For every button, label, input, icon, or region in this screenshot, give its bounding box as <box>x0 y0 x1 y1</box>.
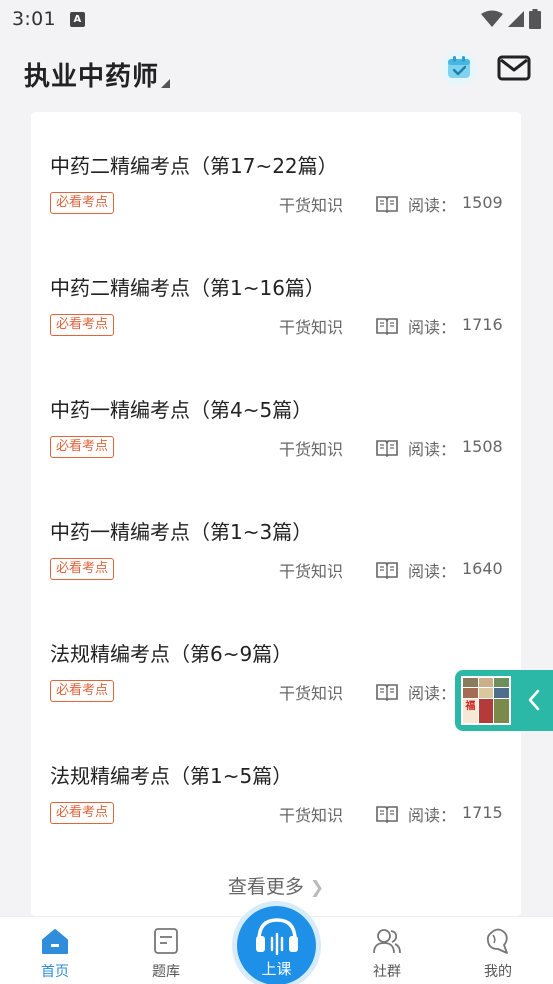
must-see-tag: 必看考点 <box>50 802 115 824</box>
calendar-check-icon[interactable] <box>441 50 477 86</box>
tab-lesson-label: 上课 <box>261 960 292 978</box>
tab-lesson-button[interactable]: 上课 <box>237 906 316 984</box>
article-item[interactable]: 法规精编考点（第6~9篇） 必看考点 干货知识 阅读： <box>50 638 510 738</box>
article-category: 干货知识 <box>279 684 344 703</box>
article-title: 法规精编考点（第6~9篇） <box>50 642 293 666</box>
tab-mine[interactable]: 我的 <box>458 917 538 984</box>
signal-icon <box>508 11 524 27</box>
reads-label: 阅读： <box>408 562 457 581</box>
headphones-icon <box>255 918 298 956</box>
chevron-left-icon[interactable] <box>527 688 541 712</box>
tab-mine-label: 我的 <box>484 964 512 980</box>
must-see-tag: 必看考点 <box>50 558 115 580</box>
book-icon <box>376 196 398 213</box>
book-icon <box>376 318 398 335</box>
book-icon <box>376 806 398 823</box>
article-category: 干货知识 <box>279 806 344 825</box>
article-item[interactable]: 中药二精编考点（第17~22篇） 必看考点 干货知识 阅读： 1509 <box>50 150 510 250</box>
article-title: 中药一精编考点（第1~3篇） <box>50 520 313 544</box>
group-photo-thumbnail: 福 <box>461 676 511 725</box>
book-icon <box>376 440 398 457</box>
community-icon <box>373 929 401 954</box>
status-bar: 3:01 A <box>0 0 553 38</box>
article-title: 中药一精编考点（第4~5篇） <box>50 398 313 422</box>
tab-community[interactable]: 社群 <box>347 917 427 984</box>
chevron-right-icon: ❯ <box>309 878 325 898</box>
must-see-tag: 必看考点 <box>50 680 115 702</box>
app-header: 执业中药师 <box>0 38 553 110</box>
profile-icon <box>486 928 508 954</box>
view-more-link[interactable]: 查看更多 ❯ <box>31 872 521 899</box>
status-icons <box>481 9 541 29</box>
reads-count: 1715 <box>462 803 503 822</box>
mail-icon[interactable] <box>496 53 532 83</box>
article-category: 干货知识 <box>279 562 344 581</box>
fu-character: 福 <box>463 698 478 723</box>
view-more-label: 查看更多 <box>227 876 304 898</box>
reads-label: 阅读： <box>408 440 457 459</box>
notification-icon: A <box>69 11 85 27</box>
reads-label: 阅读： <box>408 806 457 825</box>
reads-count: 1509 <box>462 193 503 212</box>
article-category: 干货知识 <box>279 440 344 459</box>
book-icon <box>376 562 398 579</box>
article-title: 法规精编考点（第1~5篇） <box>50 764 293 788</box>
home-icon <box>42 929 68 954</box>
article-title: 中药二精编考点（第1~16篇） <box>50 276 325 300</box>
reads-count: 1640 <box>462 559 503 578</box>
book-icon <box>376 684 398 701</box>
floating-group-widget[interactable]: 福 <box>455 670 553 731</box>
wifi-icon <box>481 10 503 27</box>
tab-home-label: 首页 <box>41 964 69 980</box>
must-see-tag: 必看考点 <box>50 436 115 458</box>
exam-selector-title[interactable]: 执业中药师 <box>24 56 159 93</box>
tab-question-bank-label: 题库 <box>152 964 180 980</box>
article-category: 干货知识 <box>279 196 344 215</box>
must-see-tag: 必看考点 <box>50 192 115 214</box>
tab-community-label: 社群 <box>373 964 401 980</box>
article-item[interactable]: 中药一精编考点（第4~5篇） 必看考点 干货知识 阅读： 1508 <box>50 394 510 494</box>
article-category: 干货知识 <box>279 318 344 337</box>
battery-icon <box>529 9 541 29</box>
tab-home[interactable]: 首页 <box>15 917 95 984</box>
dropdown-triangle-icon[interactable] <box>161 78 171 88</box>
article-item[interactable]: 中药一精编考点（第1~3篇） 必看考点 干货知识 阅读： 1640 <box>50 516 510 616</box>
status-time: 3:01 <box>12 8 56 30</box>
reads-label: 阅读： <box>408 196 457 215</box>
reads-count: 1508 <box>462 437 503 456</box>
question-bank-icon <box>154 928 178 954</box>
reads-label: 阅读： <box>408 684 457 703</box>
tab-question-bank[interactable]: 题库 <box>126 917 206 984</box>
must-see-tag: 必看考点 <box>50 314 115 336</box>
reads-label: 阅读： <box>408 318 457 337</box>
article-item[interactable]: 法规精编考点（第1~5篇） 必看考点 干货知识 阅读： 1715 <box>50 760 510 860</box>
article-item[interactable]: 中药二精编考点（第1~16篇） 必看考点 干货知识 阅读： 1716 <box>50 272 510 372</box>
article-list-card: 中药二精编考点（第17~22篇） 必看考点 干货知识 阅读： 1509 中药二精… <box>31 112 521 916</box>
article-title: 中药二精编考点（第17~22篇） <box>50 154 338 178</box>
reads-count: 1716 <box>462 315 503 334</box>
